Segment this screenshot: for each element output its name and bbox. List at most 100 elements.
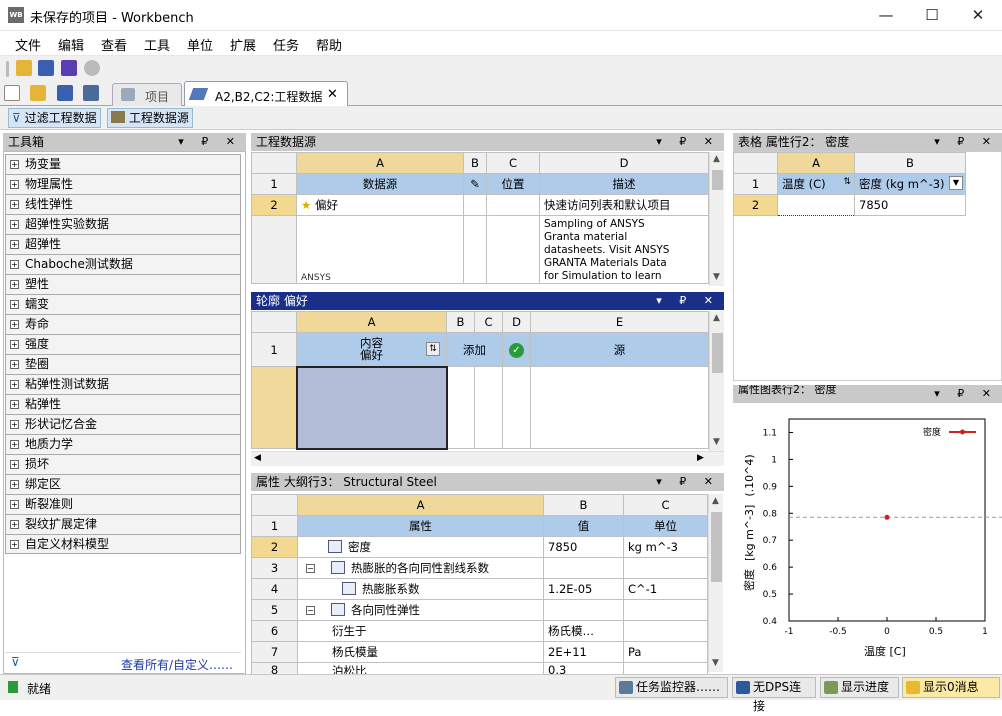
property-unit[interactable]: kg m^-3 [623,536,708,558]
col-header-b[interactable]: B [854,152,966,174]
expand-icon[interactable]: + [10,540,19,549]
expand-icon[interactable]: + [10,200,19,209]
property-name-cell[interactable]: 密度 [297,536,544,558]
minimize-button[interactable]: — [863,0,909,31]
export-icon[interactable] [83,85,99,101]
filter-engineering-data-button[interactable]: ⊽ 过滤工程数据 [8,108,101,128]
table-row[interactable]: 2 ★ 偏好 快速访问列表和默认项目 [251,194,709,216]
empty-cell[interactable] [486,194,540,216]
toolbox-item[interactable]: + 寿命 [5,314,241,334]
toolbox-item[interactable]: + 塑性 [5,274,241,294]
dropdown-icon[interactable]: ▼ [949,176,963,190]
property-name-cell[interactable]: 热膨胀系数 [297,578,544,600]
expand-icon[interactable]: + [10,280,19,289]
col-header-b[interactable]: B [543,494,624,516]
expand-icon[interactable]: + [10,260,19,269]
toolbox-item[interactable]: + 线性弹性 [5,194,241,214]
col-header-a[interactable]: A [296,311,447,333]
expand-icon[interactable]: + [10,340,19,349]
outline-scrollbar[interactable]: ▲ ▼ [709,311,724,451]
empty-cell[interactable] [446,366,475,449]
expand-icon[interactable]: + [10,500,19,509]
property-value[interactable]: 杨氏模… [543,620,624,642]
property-name-cell[interactable]: − 热膨胀的各向同性割线系数 [297,557,544,579]
table-row[interactable]: 2 7850 [733,194,966,216]
table-row[interactable]: 3− 热膨胀的各向同性割线系数 [251,557,708,579]
save-project-icon[interactable] [38,60,54,76]
no-dps-connection-button[interactable]: 无DPS连接 [732,677,816,713]
tab-engineering-data[interactable]: A2,B2,C2:工程数据 ✕ [184,81,348,107]
show-messages-button[interactable]: 显示0消息 [902,677,1000,698]
property-unit[interactable]: Pa [623,641,708,663]
col-header-a[interactable]: A [296,152,464,174]
tab-project[interactable]: 项目 [112,83,182,106]
properties-panel-controls[interactable]: ▾ ₽ ✕ [656,473,720,491]
toolbox-item[interactable]: + 形状记忆合金 [5,414,241,434]
expand-icon[interactable]: + [10,460,19,469]
empty-cell[interactable] [474,366,503,449]
expand-icon[interactable]: + [10,180,19,189]
expand-icon[interactable]: + [10,420,19,429]
expand-icon[interactable]: + [10,520,19,529]
menu-extensions[interactable]: 扩展 [230,35,256,54]
menu-file[interactable]: 文件 [15,35,41,54]
menu-view[interactable]: 查看 [101,35,127,54]
empty-cell[interactable] [502,366,531,449]
temperature-cell[interactable] [777,194,855,216]
sources-scrollbar[interactable]: ▲ ▼ [709,152,724,286]
filter-icon[interactable]: ⊽ [11,655,20,669]
expand-icon[interactable]: + [10,320,19,329]
col-header-c[interactable]: C [623,494,708,516]
sort-icon[interactable]: ⇅ [426,342,440,356]
toolbox-item[interactable]: + 粘弹性测试数据 [5,374,241,394]
show-progress-button[interactable]: 显示进度 [820,677,899,698]
toolbox-item[interactable]: + 物理属性 [5,174,241,194]
empty-cell[interactable] [463,194,487,216]
menu-help[interactable]: 帮助 [316,35,342,54]
property-value[interactable] [543,599,624,621]
col-header-d[interactable]: D [539,152,709,174]
save-as-icon[interactable] [61,60,77,76]
table-row[interactable]: 6 衍生于 杨氏模… [251,620,708,642]
density-cell[interactable]: 7850 [854,194,966,216]
empty-cell[interactable] [463,215,487,284]
toolbox-item[interactable]: + 地质力学 [5,434,241,454]
empty-cell[interactable] [530,366,709,449]
table-row[interactable]: 4 热膨胀系数 1.2E-05 C^-1 [251,578,708,600]
table-row[interactable]: 5− 各向同性弹性 [251,599,708,621]
expand-icon[interactable]: + [10,480,19,489]
property-name-cell[interactable]: 衍生于 [297,620,544,642]
toolbox-item[interactable]: + 粘弹性 [5,394,241,414]
toolbox-item[interactable]: + 绑定区 [5,474,241,494]
toolbox-item[interactable]: + 超弹性实验数据 [5,214,241,234]
toolbox-item[interactable]: + 垫圈 [5,354,241,374]
engineering-data-sources-button[interactable]: 工程数据源 [107,108,193,128]
col-header-c[interactable]: C [486,152,540,174]
col-header-e[interactable]: E [530,311,709,333]
property-value[interactable]: 1.2E-05 [543,578,624,600]
expand-icon[interactable]: + [10,240,19,249]
toolbox-item[interactable]: + 损坏 [5,454,241,474]
properties-scrollbar[interactable]: ▲ ▼ [708,494,723,672]
property-unit[interactable] [623,599,708,621]
col-header-b[interactable]: B [446,311,475,333]
close-window-button[interactable]: ✕ [955,0,1001,31]
open-project-icon[interactable] [16,60,32,76]
chart-panel-controls[interactable]: ▾ ₽ ✕ [934,385,998,403]
toolbox-item[interactable]: + 自定义材料模型 [5,534,241,554]
expand-icon[interactable]: + [10,300,19,309]
favorites-cell[interactable]: ★ 偏好 [296,194,464,216]
outline-h-scrollbar[interactable]: ◀ ▶ [251,451,724,466]
expand-icon[interactable]: + [10,160,19,169]
menu-jobs[interactable]: 任务 [273,35,299,54]
property-value[interactable]: 2E+11 [543,641,624,663]
expand-icon[interactable]: + [10,440,19,449]
collapse-icon[interactable]: − [306,606,315,615]
expand-icon[interactable]: + [10,360,19,369]
collapse-icon[interactable]: − [306,564,315,573]
toolbox-item[interactable]: + 裂纹扩展定律 [5,514,241,534]
toolbox-item[interactable]: + 蠕变 [5,294,241,314]
empty-cell[interactable] [486,215,540,284]
toolbox-item[interactable]: + Chaboche测试数据 [5,254,241,274]
property-unit[interactable]: C^-1 [623,578,708,600]
